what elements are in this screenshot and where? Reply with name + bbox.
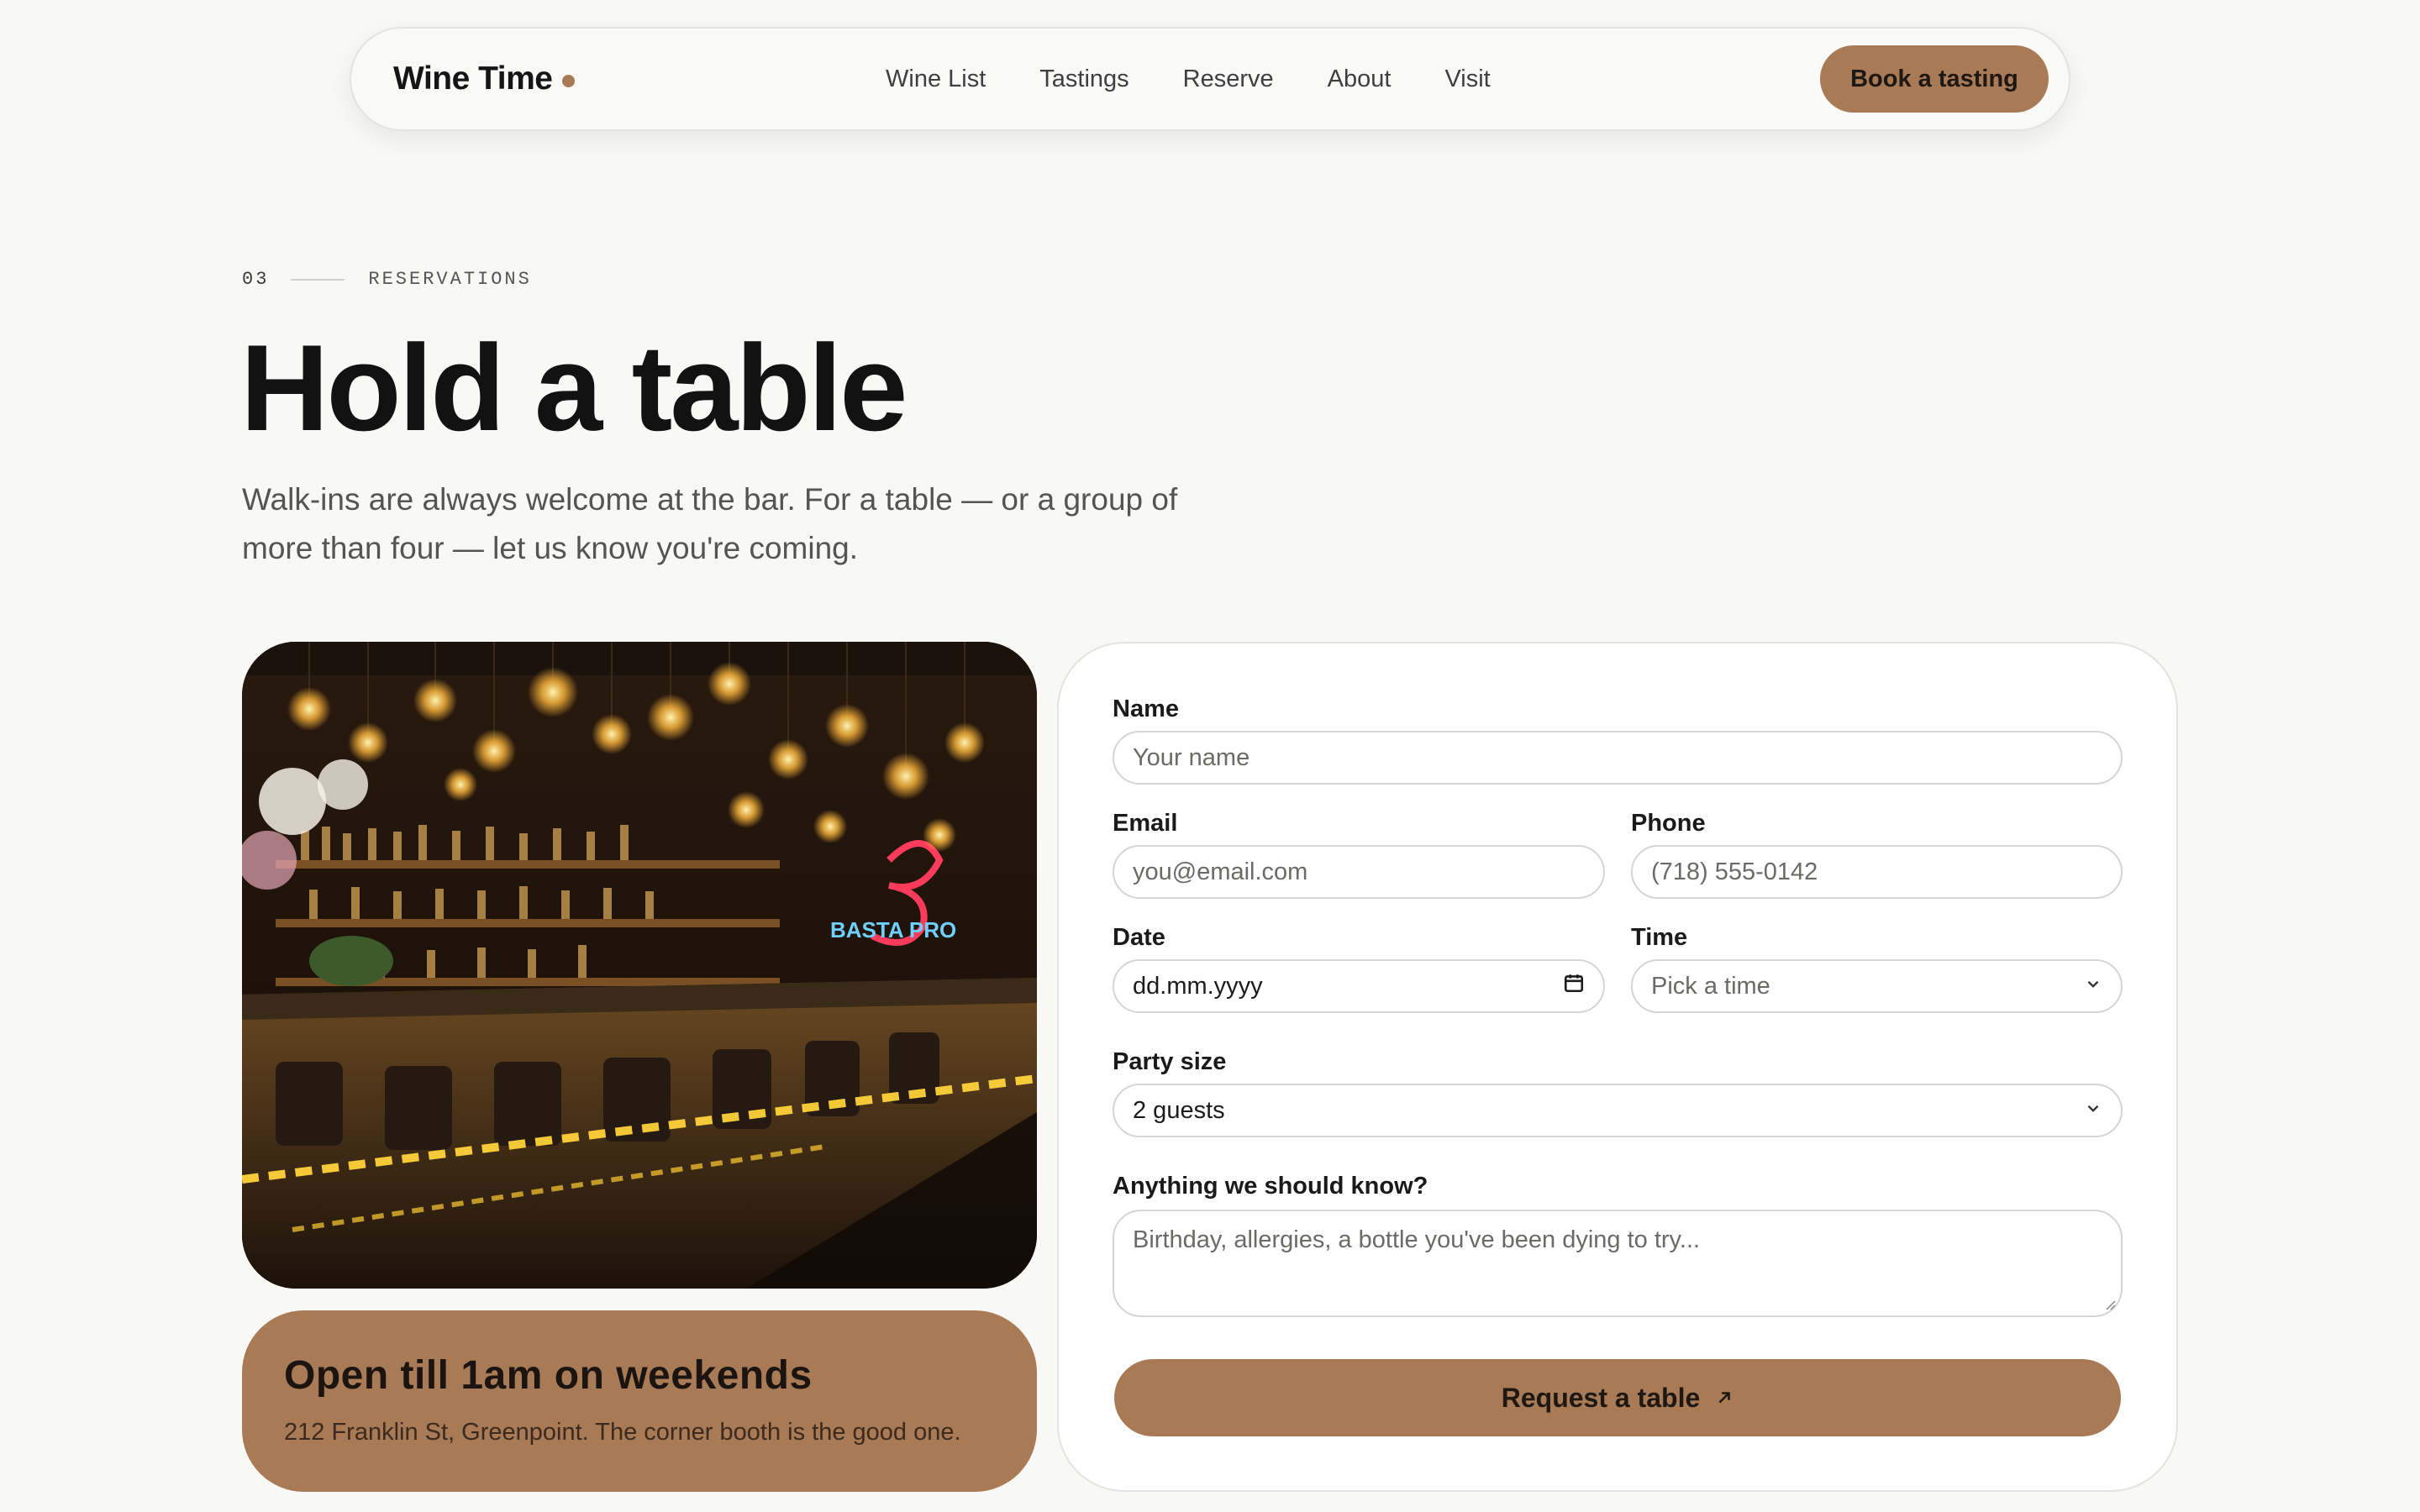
- party-size-label: Party size: [1113, 1048, 1227, 1075]
- calendar-icon[interactable]: [1563, 972, 1585, 1000]
- nav-links: Wine List Tastings Reserve About Visit: [886, 29, 1544, 129]
- section-label: RESERVATIONS: [368, 269, 532, 290]
- chevron-down-icon: [2084, 1097, 2102, 1125]
- page: Wine Time Wine List Tastings Reserve Abo…: [0, 0, 2420, 1512]
- date-label: Date: [1113, 924, 1165, 951]
- party-size-value: 2 guests: [1133, 1096, 1225, 1124]
- email-input[interactable]: you@email.com: [1113, 845, 1605, 899]
- notes-placeholder: Birthday, allergies, a bottle you've bee…: [1133, 1226, 1701, 1253]
- time-label: Time: [1631, 924, 1688, 951]
- notes-textarea[interactable]: Birthday, allergies, a bottle you've bee…: [1113, 1210, 2123, 1317]
- phone-input[interactable]: (718) 555-0142: [1631, 845, 2123, 899]
- brand[interactable]: Wine Time: [393, 29, 576, 129]
- time-value: Pick a time: [1651, 972, 1770, 1000]
- nav-link-wine-list[interactable]: Wine List: [886, 66, 986, 93]
- hours-title: Open till 1am on weekends: [284, 1353, 813, 1398]
- bar-photo-illustration: BASTA PRO: [242, 642, 1037, 1289]
- section-number: 03: [242, 269, 270, 290]
- time-select[interactable]: Pick a time: [1631, 959, 2123, 1013]
- email-label: Email: [1113, 810, 1178, 837]
- book-tasting-button[interactable]: Book a tasting: [1820, 45, 2049, 113]
- email-placeholder: you@email.com: [1133, 858, 1308, 885]
- reservation-form: Name Your name Email you@email.com Phone…: [1057, 642, 2178, 1492]
- chevron-down-icon: [2084, 973, 2102, 1000]
- request-table-button[interactable]: Request a table: [1114, 1359, 2121, 1436]
- bar-photo: BASTA PRO: [242, 642, 1037, 1289]
- brand-dot-icon: [562, 74, 576, 87]
- name-placeholder: Your name: [1133, 743, 1250, 771]
- top-nav: Wine Time Wine List Tastings Reserve Abo…: [350, 27, 2070, 131]
- neon-sign-text: BASTA PRO: [830, 917, 956, 942]
- brand-name[interactable]: Wine Time: [393, 60, 553, 97]
- date-value: dd.mm.yyyy: [1133, 972, 1263, 1000]
- nav-link-about[interactable]: About: [1328, 66, 1392, 93]
- phone-label: Phone: [1631, 810, 1706, 837]
- notes-label: Anything we should know?: [1113, 1173, 1428, 1200]
- nav-link-reserve[interactable]: Reserve: [1183, 66, 1274, 93]
- name-input[interactable]: Your name: [1113, 731, 2123, 785]
- page-title: Hold a table: [240, 319, 908, 456]
- arrow-up-right-icon: [1718, 1392, 1731, 1404]
- hours-card: Open till 1am on weekends 212 Franklin S…: [242, 1310, 1037, 1492]
- eyebrow-divider: [291, 278, 345, 281]
- request-table-label: Request a table: [1501, 1382, 1701, 1413]
- section-eyebrow: 03 RESERVATIONS: [242, 269, 532, 290]
- phone-placeholder: (718) 555-0142: [1651, 858, 1818, 885]
- page-subtitle: Walk-ins are always welcome at the bar. …: [242, 482, 1178, 565]
- date-input[interactable]: dd.mm.yyyy: [1113, 959, 1605, 1013]
- party-size-select[interactable]: 2 guests: [1113, 1084, 2123, 1137]
- resize-handle-icon[interactable]: [2102, 1297, 2116, 1310]
- nav-link-visit[interactable]: Visit: [1444, 66, 1490, 93]
- name-label: Name: [1113, 696, 1179, 722]
- nav-link-tastings[interactable]: Tastings: [1039, 66, 1128, 93]
- hours-address: 212 Franklin St, Greenpoint. The corner …: [284, 1419, 961, 1446]
